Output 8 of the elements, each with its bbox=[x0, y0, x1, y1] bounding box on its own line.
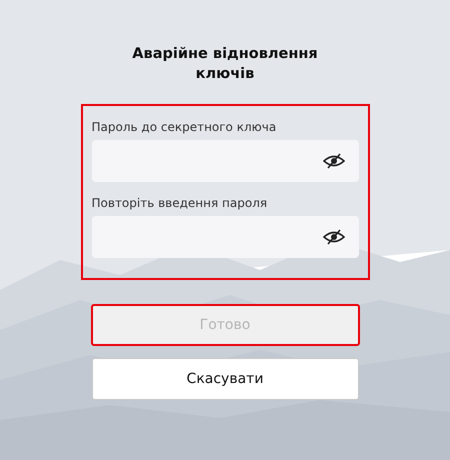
password-field[interactable] bbox=[92, 216, 358, 258]
eye-slash-icon[interactable] bbox=[322, 229, 344, 245]
field-label: Пароль до секретного ключа bbox=[92, 120, 278, 134]
field-label: Повторіть введення пароля bbox=[92, 196, 268, 210]
password-field[interactable] bbox=[92, 140, 358, 182]
dialog-title: Аварійне відновлення ключів bbox=[131, 45, 319, 84]
eye-slash-icon[interactable] bbox=[322, 153, 344, 169]
cancel-button[interactable]: Скасувати bbox=[92, 358, 358, 400]
